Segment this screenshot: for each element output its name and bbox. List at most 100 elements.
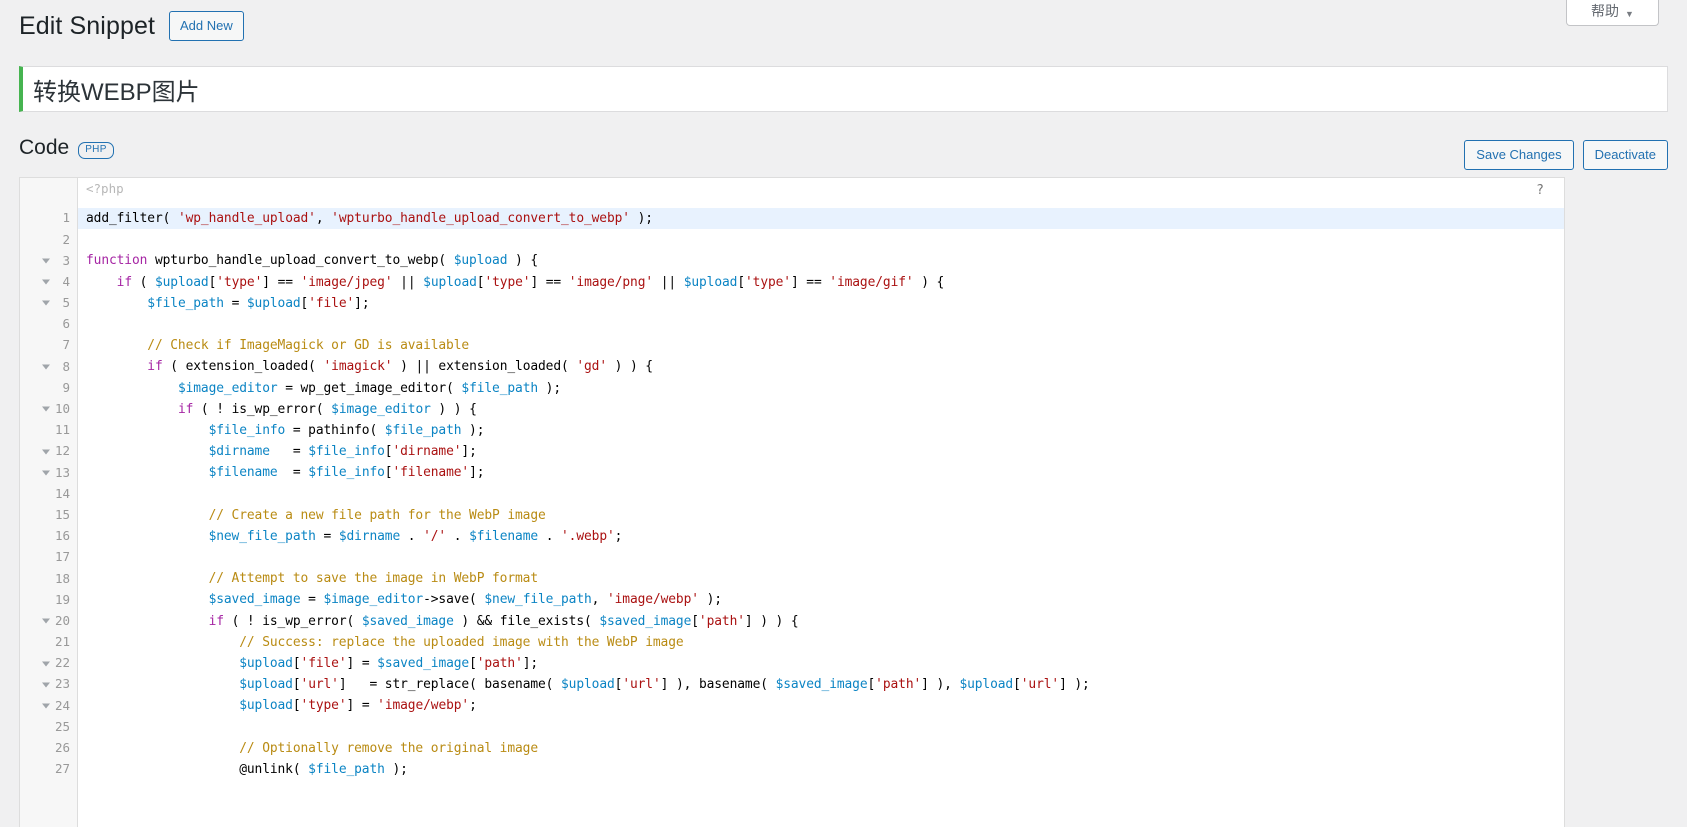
gutter-line-3: 3	[20, 250, 77, 271]
line-number: 3	[62, 252, 70, 268]
code-editor[interactable]: 1 2 3 4 5 6 7 8 9 10 11 12 13 14 15 16 17 18 19 20 21 22 23 24 2…	[19, 177, 1565, 827]
line-number: 25	[54, 718, 70, 734]
line-number: 11	[54, 422, 70, 438]
code-line-23[interactable]: $upload['url'] = str_replace( basename( …	[78, 674, 1564, 695]
gutter-line-4: 4	[20, 272, 77, 293]
code-line-27[interactable]: @unlink( $file_path );	[78, 759, 1564, 780]
code-line-5[interactable]: $file_path = $upload['file'];	[78, 293, 1564, 314]
line-number: 19	[54, 591, 70, 607]
line-number: 2	[62, 231, 70, 247]
code-line-16[interactable]: $new_file_path = $dirname . '/' . $filen…	[78, 526, 1564, 547]
fold-toggle-icon[interactable]	[42, 300, 50, 306]
line-number: 27	[54, 761, 70, 777]
code-line-22[interactable]: $upload['file'] = $saved_image['path'];	[78, 653, 1564, 674]
line-number: 17	[54, 549, 70, 565]
editor-right-margin	[1565, 177, 1668, 827]
editor-help-icon[interactable]: ?	[1536, 184, 1544, 197]
fold-toggle-icon[interactable]	[42, 258, 50, 264]
gutter-line-15: 15	[20, 505, 77, 526]
line-number: 14	[54, 485, 70, 501]
code-line-18[interactable]: // Attempt to save the image in WebP for…	[78, 568, 1564, 589]
code-line-10[interactable]: if ( ! is_wp_error( $image_editor ) ) {	[78, 399, 1564, 420]
line-number: 26	[54, 740, 70, 756]
editor-code-area[interactable]: <?php ? add_filter( 'wp_handle_upload', …	[78, 178, 1564, 827]
gutter-line-8: 8	[20, 356, 77, 377]
page-header: Edit Snippet Add New	[19, 10, 244, 43]
code-line-9[interactable]: $image_editor = wp_get_image_editor( $fi…	[78, 378, 1564, 399]
code-line-12[interactable]: $dirname = $file_info['dirname'];	[78, 441, 1564, 462]
gutter-line-2: 2	[20, 229, 77, 250]
edit-snippet-page: 帮助 ▼ Edit Snippet Add New Code PHP Save …	[0, 0, 1687, 827]
gutter-line-7: 7	[20, 335, 77, 356]
code-line-24[interactable]: $upload['type'] = 'image/webp';	[78, 695, 1564, 716]
code-line-6[interactable]	[78, 314, 1564, 335]
code-action-buttons: Save Changes Deactivate	[1464, 140, 1668, 170]
gutter-line-14: 14	[20, 483, 77, 504]
fold-toggle-icon[interactable]	[42, 661, 50, 667]
line-number: 15	[54, 506, 70, 522]
page-title: Edit Snippet	[19, 12, 156, 40]
fold-toggle-icon[interactable]	[42, 406, 50, 412]
line-number: 9	[62, 379, 70, 395]
fold-toggle-icon[interactable]	[42, 682, 50, 688]
fold-toggle-icon[interactable]	[42, 703, 50, 709]
gutter-line-12: 12	[20, 441, 77, 462]
line-number: 20	[54, 612, 70, 628]
code-line-20[interactable]: if ( ! is_wp_error( $saved_image ) && fi…	[78, 611, 1564, 632]
code-line-14[interactable]	[78, 483, 1564, 504]
code-section-header: Code PHP Save Changes Deactivate	[19, 135, 1668, 175]
line-number: 6	[62, 316, 70, 332]
code-line-3[interactable]: function wpturbo_handle_upload_convert_t…	[78, 250, 1564, 271]
line-number: 7	[62, 337, 70, 353]
deactivate-button[interactable]: Deactivate	[1582, 140, 1668, 170]
fold-toggle-icon[interactable]	[42, 470, 50, 476]
code-line-21[interactable]: // Success: replace the uploaded image w…	[78, 632, 1564, 653]
code-line-13[interactable]: $filename = $file_info['filename'];	[78, 462, 1564, 483]
line-number: 12	[54, 443, 70, 459]
gutter-line-25: 25	[20, 717, 77, 738]
save-changes-button[interactable]: Save Changes	[1464, 140, 1574, 170]
code-line-2[interactable]	[78, 229, 1564, 250]
fold-toggle-icon[interactable]	[42, 279, 50, 285]
snippet-title-input[interactable]	[23, 67, 1667, 111]
gutter-line-17: 17	[20, 547, 77, 568]
line-number: 16	[54, 528, 70, 544]
php-language-badge: PHP	[78, 142, 114, 160]
gutter-line-24: 24	[20, 695, 77, 716]
code-line-25[interactable]	[78, 717, 1564, 738]
fold-toggle-icon[interactable]	[42, 618, 50, 624]
code-line-26[interactable]: // Optionally remove the original image	[78, 738, 1564, 759]
code-line-17[interactable]	[78, 547, 1564, 568]
gutter-line-26: 26	[20, 738, 77, 759]
line-number: 10	[54, 401, 70, 417]
gutter-line-11: 11	[20, 420, 77, 441]
code-line-19[interactable]: $saved_image = $image_editor->save( $new…	[78, 589, 1564, 610]
line-number: 23	[54, 676, 70, 692]
line-number: 4	[62, 273, 70, 289]
add-new-button[interactable]: Add New	[169, 11, 244, 42]
snippet-title-field[interactable]	[19, 66, 1668, 112]
help-tab-label: 帮助	[1591, 3, 1620, 19]
gutter-line-6: 6	[20, 314, 77, 335]
code-lines-container: add_filter( 'wp_handle_upload', 'wpturbo…	[78, 208, 1564, 780]
code-line-7[interactable]: // Check if ImageMagick or GD is availab…	[78, 335, 1564, 356]
fold-toggle-icon[interactable]	[42, 449, 50, 455]
php-open-tag: <?php	[86, 181, 124, 196]
code-line-8[interactable]: if ( extension_loaded( 'imagick' ) || ex…	[78, 356, 1564, 377]
code-line-11[interactable]: $file_info = pathinfo( $file_path );	[78, 420, 1564, 441]
gutter-line-10: 10	[20, 399, 77, 420]
line-number: 18	[54, 570, 70, 586]
gutter-line-5: 5	[20, 293, 77, 314]
code-line-15[interactable]: // Create a new file path for the WebP i…	[78, 505, 1564, 526]
code-line-4[interactable]: if ( $upload['type'] == 'image/jpeg' || …	[78, 272, 1564, 293]
line-number: 8	[62, 358, 70, 374]
line-number: 5	[62, 295, 70, 311]
code-line-1[interactable]: add_filter( 'wp_handle_upload', 'wpturbo…	[78, 208, 1564, 230]
editor-gutter: 1 2 3 4 5 6 7 8 9 10 11 12 13 14 15 16 17 18 19 20 21 22 23 24 2…	[20, 178, 78, 827]
gutter-line-23: 23	[20, 674, 77, 695]
line-number: 24	[54, 697, 70, 713]
fold-toggle-icon[interactable]	[42, 364, 50, 370]
help-tab-button[interactable]: 帮助 ▼	[1566, 0, 1659, 26]
code-label-group: Code PHP	[19, 135, 114, 160]
line-number: 21	[54, 634, 70, 650]
